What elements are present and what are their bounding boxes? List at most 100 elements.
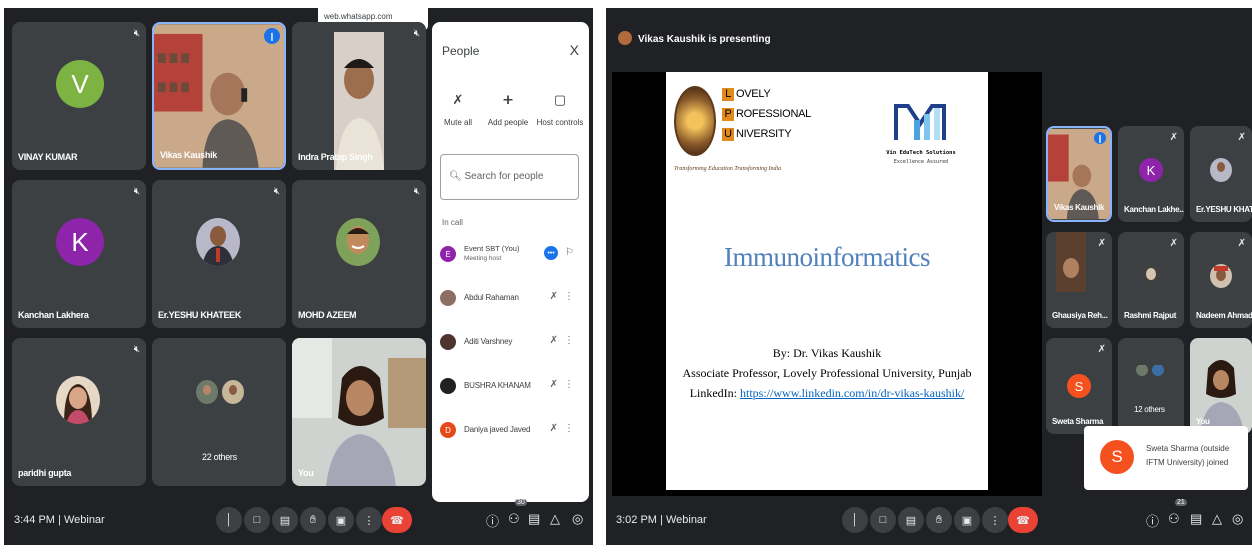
presentation-slide: L OVELY P ROFESSIONAL U NIVERSITY Transform…	[666, 72, 988, 490]
avatar	[440, 290, 456, 306]
presentation-area: L OVELY P ROFESSIONAL U NIVERSITY Transform…	[612, 72, 1042, 496]
participant-tile[interactable]: ✗ Nadeem Ahmad	[1190, 232, 1252, 328]
mute-all-button[interactable]: ✗ Mute all	[432, 92, 484, 127]
host-controls-icon: ▢	[553, 92, 567, 107]
activities-icon[interactable]: △	[550, 511, 560, 527]
search-icon: 🔍︎	[449, 171, 462, 182]
meeting-time: 3:44 PM | Webinar	[14, 514, 105, 526]
people-list-item[interactable]: D Daniya javed Javed ✗ ⋮	[440, 416, 580, 446]
in-call-section-label: In call	[442, 218, 463, 227]
participant-tile[interactable]: V 🔇︎ VINAY KUMAR	[12, 22, 146, 170]
vin-name: Vin EduTech Solutions	[886, 150, 956, 156]
avatar	[1152, 364, 1164, 376]
participant-tile[interactable]: You	[292, 338, 426, 486]
add-people-button[interactable]: ➕︎ Add people	[482, 92, 534, 127]
lpu-letter: U	[722, 128, 734, 141]
participant-name: You	[1196, 417, 1210, 426]
self-video-feed	[292, 338, 426, 486]
participant-tile[interactable]: ✗ Ghausiya Reh...	[1046, 232, 1112, 328]
participant-tile[interactable]: 🔇︎ MOHD AZEEM	[292, 180, 426, 328]
participant-tile[interactable]: 🔇︎ Indra Pratap Singh	[292, 22, 426, 170]
more-options-icon[interactable]: ⋮	[564, 423, 574, 434]
mic-button[interactable]: │	[216, 507, 242, 533]
activities-icon[interactable]: △	[1212, 511, 1222, 527]
end-call-button[interactable]: ☎︎	[1008, 507, 1038, 533]
avatar	[196, 380, 218, 404]
speaking-indicator-icon: ❙	[264, 28, 280, 44]
participant-tile[interactable]: ❙ Vikas Kaushik	[1046, 126, 1112, 222]
participant-tile[interactable]: 22 others	[152, 338, 286, 486]
participant-name: MOHD AZEEM	[298, 310, 357, 320]
avatar	[440, 378, 456, 394]
more-options-button[interactable]: ⋮	[982, 507, 1008, 533]
participant-name: VINAY KUMAR	[18, 152, 78, 162]
more-options-icon[interactable]: ⋮	[564, 291, 574, 302]
mic-button[interactable]: │	[842, 507, 868, 533]
avatar	[1140, 264, 1162, 288]
people-panel: People X ✗ Mute all ➕︎ Add people ▢ Host…	[432, 22, 589, 502]
participant-name: You	[298, 468, 314, 478]
present-button[interactable]: ▣	[954, 507, 980, 533]
participant-tile[interactable]: 🔇︎ paridhi gupta	[12, 338, 146, 486]
lpu-word: ROFESSIONAL	[736, 108, 811, 120]
captions-button[interactable]: ▤	[898, 507, 924, 533]
more-options-button[interactable]: ⋮	[356, 507, 382, 533]
lpu-letter: P	[722, 108, 734, 121]
people-icon[interactable]: ⚇	[508, 511, 520, 527]
muted-mic-icon: ✗	[1097, 344, 1106, 355]
participant-tile[interactable]: ❙ Vikas Kaushik	[152, 22, 286, 170]
pin-icon[interactable]: ⚐	[565, 247, 574, 258]
button-label: Host controls	[536, 118, 584, 127]
end-call-button[interactable]: ☎︎	[382, 507, 412, 533]
participant-tile[interactable]: S ✗ Sweta Sharma	[1046, 338, 1112, 434]
participant-tile[interactable]: You	[1190, 338, 1252, 434]
muted-mic-icon: ✗	[549, 379, 558, 390]
people-icon[interactable]: ⚇	[1168, 511, 1180, 527]
present-button[interactable]: ▣	[328, 507, 354, 533]
captions-button[interactable]: ▤	[272, 507, 298, 533]
button-label: Mute all	[443, 118, 472, 127]
participant-tile[interactable]: ✗ Er.YESHU KHAT...	[1190, 126, 1252, 222]
avatar: S	[1067, 374, 1091, 398]
close-icon[interactable]: X	[570, 42, 579, 58]
video-feed	[154, 24, 284, 168]
host-safety-icon[interactable]: ◎	[572, 511, 583, 527]
people-list-item[interactable]: BUSHRA KHANAM ✗ ⋮	[440, 372, 580, 402]
raise-hand-button[interactable]: ✋︎	[926, 507, 952, 533]
people-list-item[interactable]: Abdul Rahaman ✗ ⋮	[440, 284, 580, 314]
chat-icon[interactable]: ▤	[1190, 511, 1202, 527]
info-icon[interactable]: ⓘ	[1146, 511, 1159, 530]
participant-tile[interactable]: K ✗ Kanchan Lakhe...	[1118, 126, 1184, 222]
participant-tile[interactable]: K 🔇︎ Kanchan Lakhera	[12, 180, 146, 328]
participant-tile[interactable]: 12 others	[1118, 338, 1184, 434]
people-panel-title: People	[442, 44, 480, 58]
vin-tagline: Excellence Assured	[893, 159, 949, 165]
host-controls-button[interactable]: ▢ Host controls	[534, 92, 586, 127]
speaking-dots-icon: •••	[544, 246, 558, 260]
participant-name: Nadeem Ahmad	[1196, 311, 1252, 320]
participant-tile[interactable]: ✗ Rashmi Rajput	[1118, 232, 1184, 328]
host-safety-icon[interactable]: ◎	[1232, 511, 1243, 527]
info-icon[interactable]: ⓘ	[486, 511, 499, 530]
camera-button[interactable]: □	[870, 507, 896, 533]
search-people-input[interactable]: 🔍︎ Search for people	[440, 154, 579, 200]
avatar: K	[1139, 158, 1163, 182]
avatar: D	[440, 422, 456, 438]
participant-name: Er.YESHU KHAT...	[1196, 205, 1252, 214]
people-list-item[interactable]: E Event SBT (You) Meeting host ••• ⚐	[440, 240, 580, 270]
people-list-item[interactable]: Aditi Varshney ✗ ⋮	[440, 328, 580, 358]
presenter-avatar	[618, 31, 632, 45]
avatar	[1210, 264, 1232, 288]
muted-mic-icon: ✗	[1169, 238, 1178, 249]
vin-edutech-logo-icon	[894, 104, 946, 140]
linkedin-link[interactable]: https://www.linkedin.com/in/dr-vikas-kau…	[740, 386, 964, 400]
raise-hand-button[interactable]: ✋︎	[300, 507, 326, 533]
more-options-icon[interactable]: ⋮	[564, 379, 574, 390]
muted-mic-icon: 🔇︎	[133, 344, 140, 355]
participant-tile[interactable]: 🔇︎ Er.YESHU KHATEEK	[152, 180, 286, 328]
meet-window-left: web.whatsapp.com V 🔇︎ VINAY KUMAR ❙ Vika…	[4, 8, 593, 545]
more-options-icon[interactable]: ⋮	[564, 335, 574, 346]
avatar	[336, 218, 380, 266]
camera-button[interactable]: □	[244, 507, 270, 533]
chat-icon[interactable]: ▤	[528, 511, 540, 527]
